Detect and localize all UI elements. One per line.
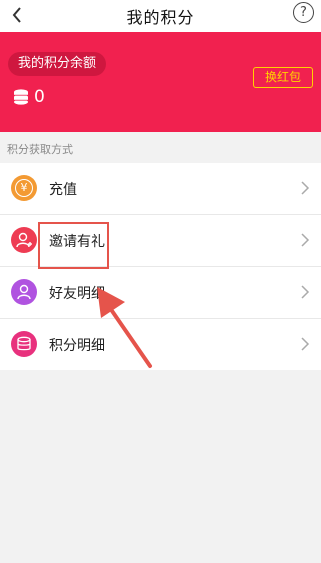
points-banner: 我的积分余额 0 换红包 xyxy=(0,32,321,132)
chevron-right-icon xyxy=(301,337,310,351)
yuan-icon: ¥ xyxy=(11,175,37,201)
points-balance: 0 xyxy=(34,87,45,107)
top-nav-bar: 我的积分 ? xyxy=(0,0,321,32)
highlight-box xyxy=(38,222,109,269)
help-icon: ? xyxy=(300,5,307,20)
redeem-red-packet-button[interactable]: 换红包 xyxy=(253,67,313,88)
list-item-label: 充值 xyxy=(49,182,77,198)
list-item-label: 积分明细 xyxy=(49,338,105,354)
help-button[interactable]: ? xyxy=(293,2,314,23)
chevron-right-icon xyxy=(301,233,310,247)
section-title: 积分获取方式 xyxy=(7,143,73,156)
list-item-recharge[interactable]: ¥ 充值 xyxy=(0,163,321,215)
balance-label: 我的积分余额 xyxy=(8,52,107,76)
page-title: 我的积分 xyxy=(126,8,195,27)
list-item-points-detail[interactable]: 积分明细 xyxy=(0,319,321,370)
invite-user-icon xyxy=(11,227,37,253)
list-item-label: 好友明细 xyxy=(49,286,105,302)
friend-user-icon xyxy=(11,279,37,305)
chevron-right-icon xyxy=(301,181,310,195)
list-item-friends[interactable]: 好友明细 xyxy=(0,267,321,319)
coin-stack-icon xyxy=(14,89,28,105)
points-stack-icon xyxy=(11,331,37,357)
chevron-right-icon xyxy=(301,285,310,299)
